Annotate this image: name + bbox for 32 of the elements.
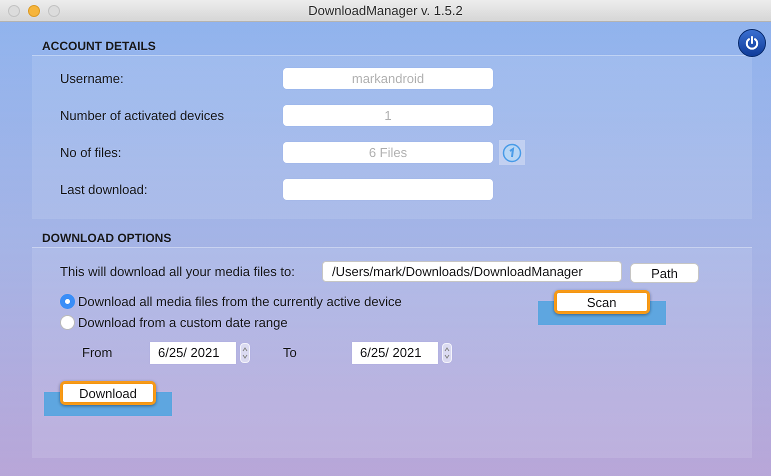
close-button[interactable] [8,5,20,17]
radio-button[interactable] [60,315,75,330]
path-label: This will download all your media files to: [60,262,296,281]
radio-label: Download from a custom date range [78,314,288,332]
zoom-button[interactable] [48,5,60,17]
power-icon [744,35,760,51]
field-label: Username: [60,70,125,88]
text-field[interactable] [283,179,493,200]
date-field[interactable]: 6/25/ 2021 [150,342,236,364]
path-field[interactable]: /Users/mark/Downloads/DownloadManager [322,261,622,282]
minimize-button[interactable] [28,5,40,17]
power-button[interactable] [738,29,766,57]
up-down-arrows-icon [242,346,248,360]
stepper[interactable] [240,343,250,363]
section-heading: DOWNLOAD OPTIONS [41,230,172,246]
up-down-arrows-icon [444,346,450,360]
radio-label: Download all media files from the currently active device [78,292,402,311]
info-icon [502,142,522,162]
date-label: To [283,344,298,362]
push-button[interactable]: Scan [554,290,650,314]
stepper[interactable] [442,343,452,363]
window-title: DownloadManager v. 1.5.2 [308,2,463,20]
field-label: No of files: [60,144,122,162]
field-label: Last download: [60,180,148,199]
radio-button[interactable] [60,294,75,309]
date-label: From [82,344,114,362]
field-label: Number of activated devices [60,106,226,125]
section-heading: ACCOUNT DETAILS [41,38,156,54]
push-button[interactable]: Download [60,381,156,405]
push-button[interactable]: Path [630,262,699,282]
info-button[interactable] [499,140,525,165]
date-field[interactable]: 6/25/ 2021 [352,342,438,364]
